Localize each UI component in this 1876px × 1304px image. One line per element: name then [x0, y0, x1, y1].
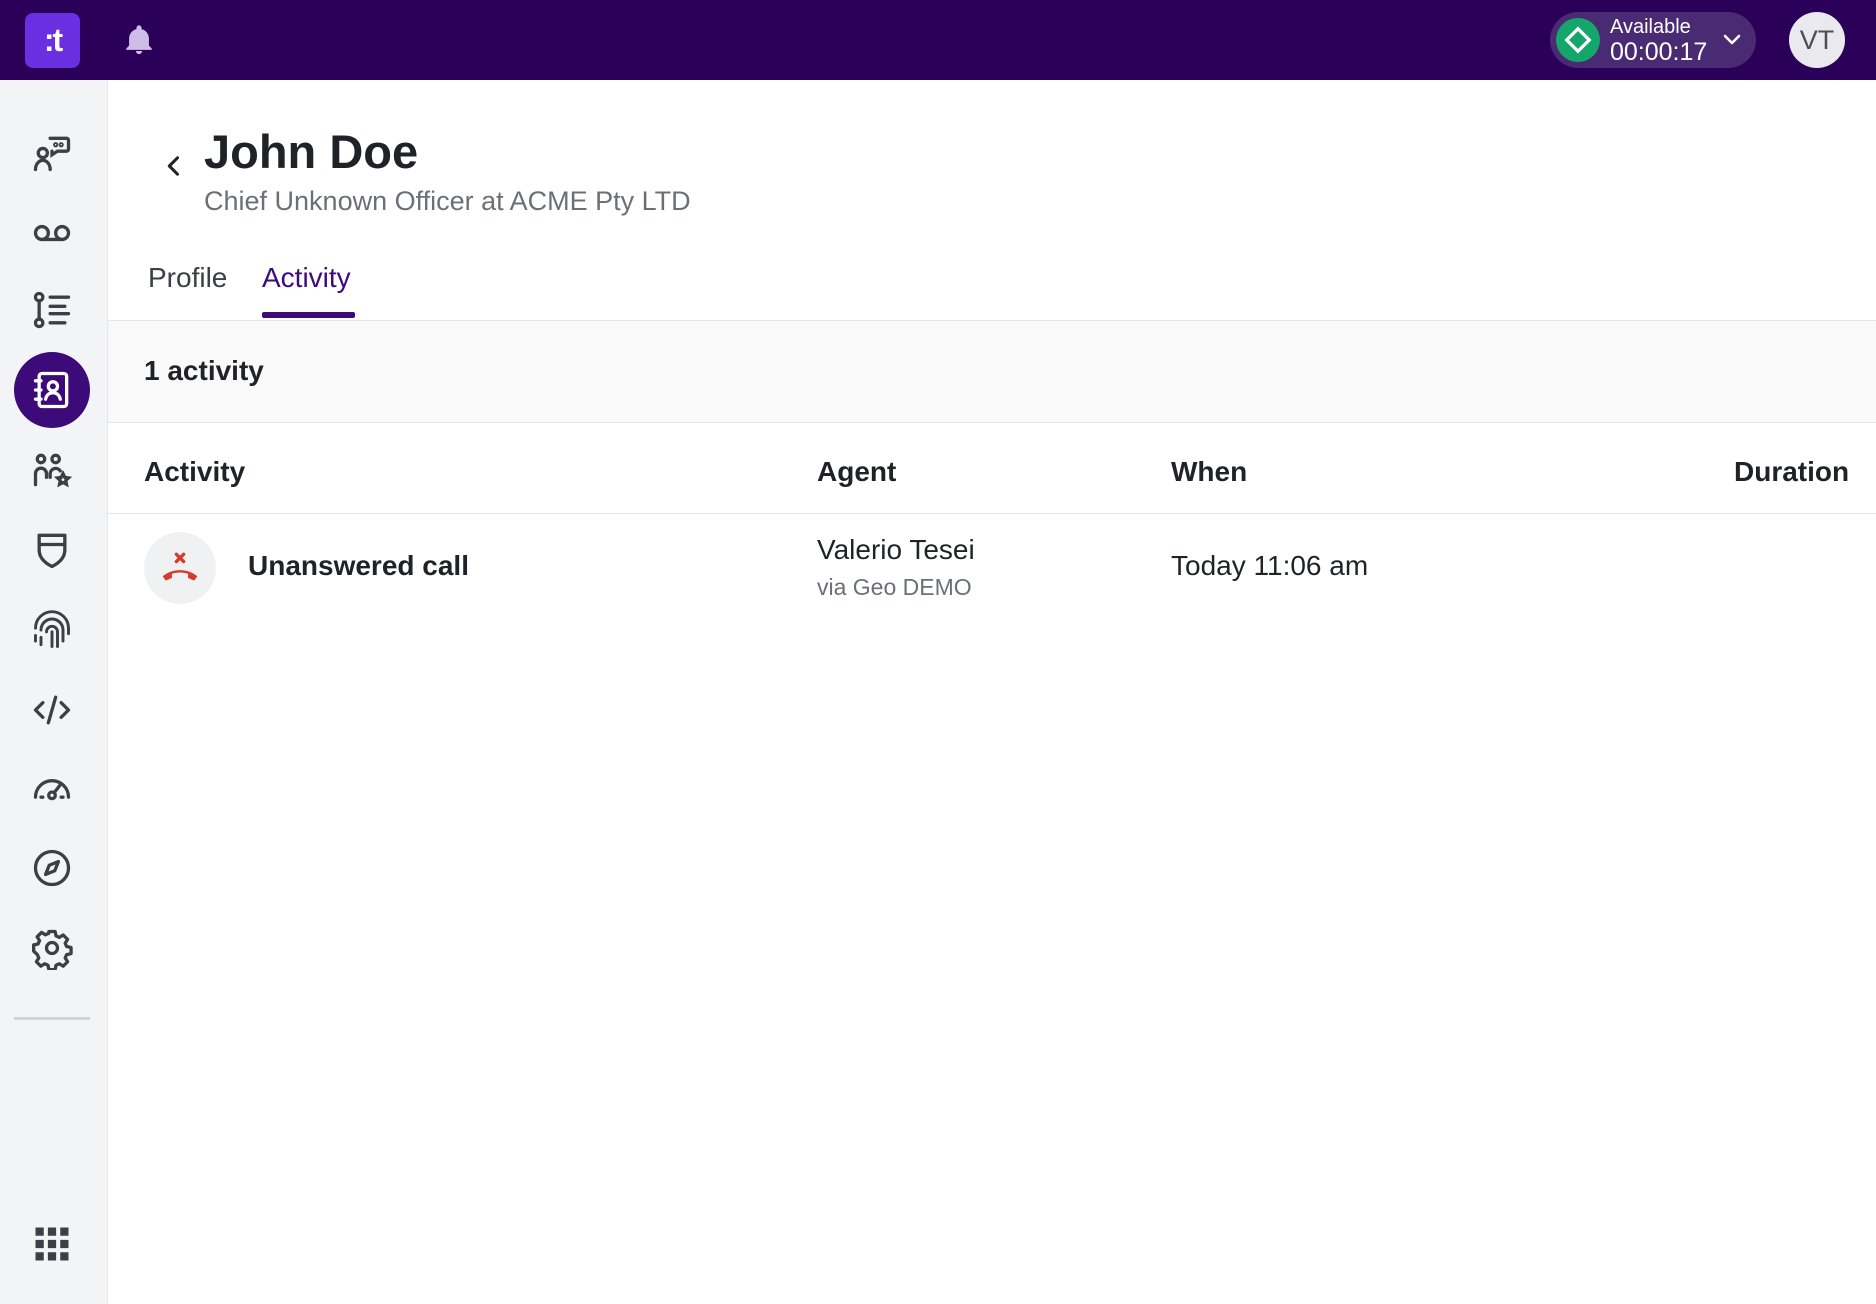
app-logo[interactable]: :t: [25, 13, 80, 68]
flow-list-icon: [33, 291, 71, 329]
column-header-duration: Duration: [1734, 456, 1850, 487]
status-label: Available: [1610, 16, 1691, 38]
missed-call-icon: [144, 532, 216, 604]
status-timer: 00:00:17: [1610, 38, 1708, 66]
sidebar-item-flows[interactable]: [14, 272, 90, 348]
gear-icon: [32, 929, 73, 970]
sidebar-item-apps[interactable]: [14, 1206, 90, 1282]
activity-summary-bar: 1 activity: [108, 321, 1876, 423]
contact-subtitle: Chief Unknown Officer at ACME Pty LTD: [204, 186, 691, 216]
column-header-agent: Agent: [817, 456, 897, 487]
user-avatar[interactable]: VT: [1789, 12, 1845, 68]
availability-status[interactable]: Available 00:00:17: [1550, 12, 1756, 68]
sidebar-item-identity[interactable]: [14, 592, 90, 668]
chevron-down-icon[interactable]: [1720, 28, 1744, 52]
voicemail-icon: [33, 224, 71, 242]
activity-count: 1 activity: [144, 355, 264, 386]
apps-grid-icon: [35, 1227, 69, 1261]
main-content: John Doe Chief Unknown Officer at ACME P…: [108, 80, 1876, 1304]
contact-name: John Doe: [204, 125, 419, 178]
sidebar-item-security[interactable]: [14, 512, 90, 588]
fingerprint-icon: [34, 610, 70, 648]
tab-profile[interactable]: Profile: [148, 262, 227, 322]
conversations-icon: [33, 136, 71, 172]
contacts-book-icon: [33, 371, 69, 409]
sidebar-item-dashboard[interactable]: [14, 750, 90, 826]
sidebar-item-voicemail[interactable]: [14, 195, 90, 271]
table-row[interactable]: Unanswered call Valerio Tesei via Geo DE…: [108, 514, 1876, 624]
shield-icon: [37, 533, 67, 569]
compass-icon: [33, 849, 71, 887]
available-status-icon: [1556, 18, 1600, 62]
code-icon: [33, 695, 71, 725]
sidebar-item-settings[interactable]: [14, 910, 90, 986]
agent-name: Valerio Tesei: [817, 534, 975, 565]
team-star-icon: [33, 453, 73, 488]
sidebar-item-developer[interactable]: [14, 672, 90, 748]
top-bar: :t Available 00:00:17 VT: [0, 0, 1876, 80]
dashboard-gauge-icon: [33, 779, 71, 801]
bell-icon[interactable]: [122, 22, 156, 58]
sidebar-item-teams[interactable]: [14, 432, 90, 508]
column-header-activity: Activity: [144, 456, 246, 487]
activity-when: Today 11:06 am: [1171, 550, 1369, 581]
sidebar-item-contacts[interactable]: [14, 352, 90, 428]
agent-via: via Geo DEMO: [817, 574, 972, 600]
active-tab-indicator: [262, 312, 355, 318]
sidebar-item-conversations[interactable]: [14, 115, 90, 191]
back-arrow-icon[interactable]: [160, 152, 188, 180]
sidebar-divider: [14, 1017, 90, 1020]
sidebar-item-explore[interactable]: [14, 830, 90, 906]
sidebar: [0, 80, 108, 1304]
column-header-when: When: [1171, 456, 1248, 487]
activity-type: Unanswered call: [248, 550, 469, 581]
